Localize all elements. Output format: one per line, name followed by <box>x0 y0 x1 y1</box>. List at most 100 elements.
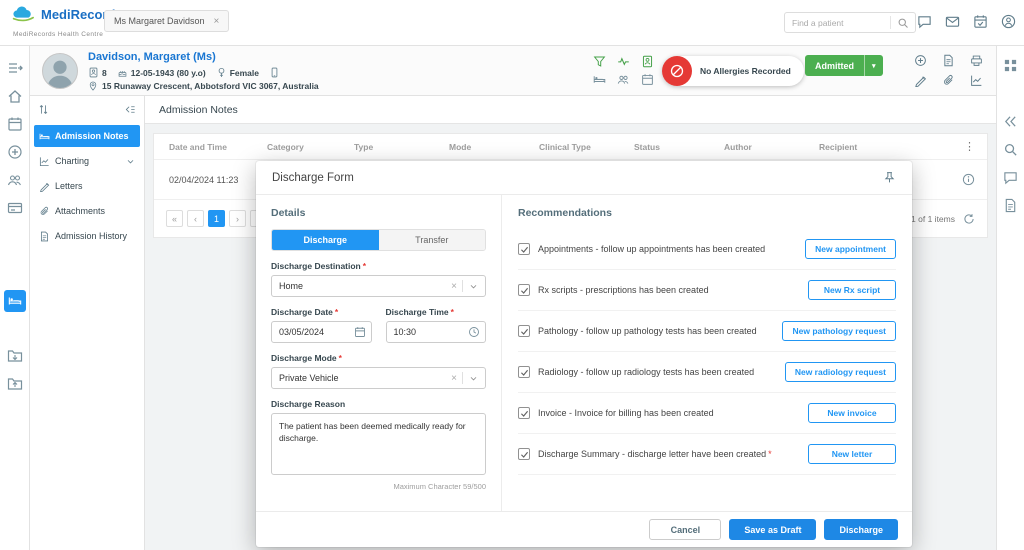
pencil-icon <box>39 181 50 192</box>
document-icon <box>39 231 50 242</box>
outgoing-folder-icon[interactable] <box>7 376 23 392</box>
details-heading: Details <box>271 207 486 219</box>
destination-select[interactable]: Home × <box>271 275 486 297</box>
chevron-down-icon[interactable]: ▾ <box>864 55 883 76</box>
new-rx-script-button[interactable]: New Rx script <box>808 280 896 300</box>
mail-icon[interactable] <box>945 14 960 29</box>
column-header[interactable]: Type <box>354 142 449 152</box>
messages-panel-icon[interactable] <box>1003 170 1018 185</box>
mode-select[interactable]: Private Vehicle × <box>271 367 486 389</box>
notes-panel-icon[interactable] <box>1003 198 1018 213</box>
inpatient-admissions-icon[interactable] <box>4 290 26 312</box>
first-page-button[interactable]: « <box>166 210 183 227</box>
apps-grid-icon[interactable] <box>1003 58 1018 73</box>
calendar-icon[interactable] <box>354 326 366 338</box>
previous-page-button[interactable]: ‹ <box>187 210 204 227</box>
id-card-icon[interactable] <box>641 55 654 68</box>
chevron-down-icon[interactable] <box>126 157 135 166</box>
row-date-time: 02/04/2024 11:23 <box>169 175 267 185</box>
menu-toggle-icon[interactable] <box>7 60 23 76</box>
edit-icon[interactable] <box>914 74 927 87</box>
sidebar-item-label: Attachments <box>55 206 105 216</box>
collapse-panel-icon[interactable] <box>1003 114 1018 129</box>
next-page-button[interactable]: › <box>229 210 246 227</box>
chevron-down-icon[interactable] <box>469 282 478 291</box>
search-panel-icon[interactable] <box>1003 142 1018 157</box>
page-number-button[interactable]: 1 <box>208 210 225 227</box>
chat-icon[interactable] <box>917 14 932 29</box>
search-input[interactable] <box>785 18 890 28</box>
search-icon[interactable] <box>897 17 909 29</box>
column-header[interactable]: Category <box>267 142 354 152</box>
vitals-icon[interactable] <box>617 55 630 68</box>
chevron-down-icon[interactable] <box>469 374 478 383</box>
patients-icon[interactable] <box>7 172 23 188</box>
discharge-form-modal: Discharge Form Details Discharge Transfe… <box>256 161 912 547</box>
checkbox-checked[interactable] <box>518 366 530 378</box>
bed-status-icon[interactable] <box>593 73 606 86</box>
checkbox-checked[interactable] <box>518 448 530 460</box>
column-header[interactable]: Clinical Type <box>539 142 634 152</box>
new-appointment-button[interactable]: New appointment <box>805 239 896 259</box>
refresh-icon[interactable] <box>963 213 975 225</box>
attachment-icon[interactable] <box>942 74 955 87</box>
column-header[interactable]: Date and Time <box>169 142 267 152</box>
home-icon[interactable] <box>7 88 23 104</box>
clear-icon[interactable]: × <box>446 281 462 292</box>
discharge-reason-textarea[interactable]: The patient has been deemed medically re… <box>271 413 486 475</box>
collapse-sidebar-icon[interactable] <box>125 104 136 115</box>
account-icon[interactable] <box>1001 14 1016 29</box>
patient-avatar[interactable] <box>42 53 78 89</box>
calendar-icon[interactable] <box>7 116 23 132</box>
new-radiology-request-button[interactable]: New radiology request <box>785 362 896 382</box>
close-tab-icon[interactable]: × <box>214 16 220 27</box>
new-invoice-button[interactable]: New invoice <box>808 403 896 423</box>
required-asterisk: * <box>451 307 454 317</box>
column-header[interactable]: Author <box>724 142 819 152</box>
checkbox-checked[interactable] <box>518 284 530 296</box>
immunisation-icon[interactable] <box>914 54 927 67</box>
column-header[interactable]: Recipient <box>819 142 964 152</box>
filter-icon[interactable] <box>593 55 606 68</box>
tab-discharge[interactable]: Discharge <box>272 230 379 250</box>
pin-dialog-icon[interactable] <box>883 171 896 184</box>
sidebar-item-letters[interactable]: Letters <box>34 175 140 197</box>
clear-icon[interactable]: × <box>446 373 462 384</box>
tab-transfer[interactable]: Transfer <box>379 230 486 250</box>
checkbox-checked[interactable] <box>518 407 530 419</box>
patient-banner: Davidson, Margaret (Ms) 8 12-05-1943 (80… <box>30 46 996 96</box>
calendar-check-icon[interactable] <box>973 14 988 29</box>
appointments-icon[interactable] <box>641 73 654 86</box>
expand-all-icon[interactable] <box>38 104 49 115</box>
info-icon[interactable] <box>962 173 975 186</box>
save-as-draft-button[interactable]: Save as Draft <box>729 519 816 540</box>
table-menu-icon[interactable]: ⋮ <box>964 140 975 153</box>
clinical-icon[interactable] <box>7 144 23 160</box>
patient-tab[interactable]: Ms Margaret Davidson × <box>104 10 229 32</box>
new-letter-button[interactable]: New letter <box>808 444 896 464</box>
sidebar-item-admission-history[interactable]: Admission History <box>34 225 140 247</box>
admission-status-button[interactable]: Admitted ▾ <box>805 55 883 76</box>
document-icon[interactable] <box>942 54 955 67</box>
sidebar-item-charting[interactable]: Charting <box>34 150 140 172</box>
billing-icon[interactable] <box>7 200 23 216</box>
clock-icon[interactable] <box>468 326 480 338</box>
modal-title: Discharge Form <box>272 172 354 184</box>
patient-name[interactable]: Davidson, Margaret (Ms) <box>88 51 216 63</box>
print-icon[interactable] <box>970 54 983 67</box>
column-header[interactable]: Status <box>634 142 724 152</box>
checkbox-checked[interactable] <box>518 325 530 337</box>
divider <box>890 16 891 29</box>
checkbox-checked[interactable] <box>518 243 530 255</box>
phone[interactable] <box>269 67 280 78</box>
discharge-button[interactable]: Discharge <box>824 519 898 540</box>
contacts-icon[interactable] <box>617 73 630 86</box>
column-header[interactable]: Mode <box>449 142 539 152</box>
new-pathology-request-button[interactable]: New pathology request <box>782 321 896 341</box>
chart-icon[interactable] <box>970 74 983 87</box>
incoming-folder-icon[interactable] <box>7 348 23 364</box>
sidebar-item-attachments[interactable]: Attachments <box>34 200 140 222</box>
cancel-button[interactable]: Cancel <box>649 519 721 540</box>
sidebar-item-admission-notes[interactable]: Admission Notes <box>34 125 140 147</box>
allergy-status-badge[interactable]: No Allergies Recorded <box>662 56 804 86</box>
